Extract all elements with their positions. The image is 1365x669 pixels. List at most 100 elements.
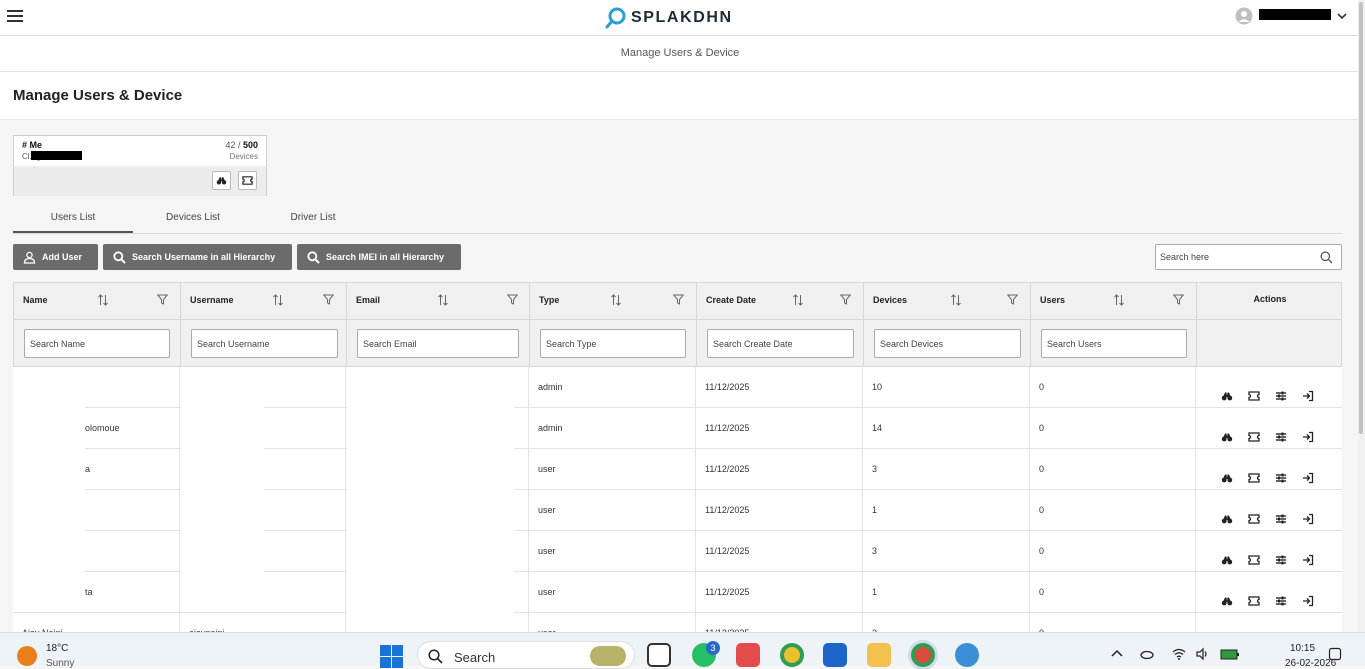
filter-icon[interactable]	[840, 294, 851, 305]
view-button[interactable]	[1221, 461, 1235, 483]
filter-icon[interactable]	[1173, 294, 1184, 305]
ticket-button[interactable]	[1248, 502, 1262, 524]
table-row[interactable]: Ajay Nainiajaynaini user11/12/202520	[13, 613, 1342, 632]
search-devices-input[interactable]	[874, 329, 1021, 358]
chevron-up-icon[interactable]	[1110, 647, 1124, 661]
sort-icon[interactable]	[792, 294, 804, 306]
view-button[interactable]	[1221, 420, 1235, 442]
browser-icon[interactable]	[955, 643, 979, 667]
login-as-button[interactable]	[1302, 379, 1316, 402]
onedrive-icon[interactable]	[1140, 647, 1154, 661]
global-search-input[interactable]	[1160, 249, 1310, 265]
add-user-button[interactable]: Add User	[13, 244, 98, 270]
sort-icon[interactable]	[950, 294, 962, 306]
search-type-input[interactable]	[540, 329, 686, 358]
settings-sliders-button[interactable]	[1275, 461, 1289, 483]
search-users-input[interactable]	[1041, 329, 1187, 358]
anydesk-icon[interactable]	[736, 643, 760, 667]
sort-icon[interactable]	[272, 294, 284, 306]
user-menu[interactable]	[1235, 7, 1348, 25]
ticket-icon	[1248, 555, 1260, 565]
login-as-button[interactable]	[1302, 420, 1316, 443]
card-ticket-button[interactable]	[238, 171, 257, 190]
volume-icon[interactable]	[1196, 647, 1210, 661]
column-header-type[interactable]: Type	[530, 283, 697, 319]
view-button[interactable]	[1221, 379, 1235, 401]
settings-sliders-button[interactable]	[1275, 584, 1289, 606]
ticket-button[interactable]	[1248, 420, 1262, 442]
login-as-button[interactable]	[1302, 502, 1316, 525]
filter-icon[interactable]	[507, 294, 518, 305]
settings-sliders-button[interactable]	[1275, 379, 1289, 401]
column-header-name[interactable]: Name	[14, 283, 181, 319]
view-icon	[1221, 474, 1233, 483]
view-button[interactable]	[1221, 543, 1235, 565]
cell-create-date: 11/12/2025	[696, 449, 863, 490]
search-icon[interactable]	[1320, 251, 1333, 264]
search-username-hierarchy-button[interactable]: Search Username in all Hierarchy	[103, 244, 292, 270]
login-as-icon	[1303, 390, 1314, 402]
filter-icon[interactable]	[323, 294, 334, 305]
notification-icon[interactable]	[1328, 647, 1342, 661]
column-header-users[interactable]: Users	[1031, 283, 1197, 319]
search-create-date-input[interactable]	[707, 329, 854, 358]
search-username-input[interactable]	[191, 329, 338, 358]
cell-devices: 3	[863, 449, 1030, 490]
clock-time: 10:15	[1290, 643, 1316, 654]
scrollbar-thumb[interactable]	[1359, 2, 1363, 434]
logo[interactable]: SPLAKDHN	[604, 5, 733, 31]
settings-sliders-button[interactable]	[1275, 543, 1289, 565]
login-as-button[interactable]	[1302, 625, 1316, 632]
file-explorer-icon[interactable]	[867, 643, 891, 667]
login-as-button[interactable]	[1302, 461, 1316, 484]
column-header-create-date[interactable]: Create Date	[697, 283, 864, 319]
settings-sliders-button[interactable]	[1275, 420, 1289, 442]
search-name-input[interactable]	[24, 329, 170, 358]
view-icon	[1221, 392, 1233, 401]
sort-icon[interactable]	[437, 294, 449, 306]
view-button[interactable]	[1221, 625, 1235, 632]
settings-sliders-button[interactable]	[1275, 625, 1289, 632]
wifi-icon[interactable]	[1172, 647, 1186, 661]
view-button[interactable]	[1221, 584, 1235, 606]
filter-icon[interactable]	[157, 294, 168, 305]
filter-icon[interactable]	[1007, 294, 1018, 305]
view-icon	[1221, 433, 1233, 442]
ticket-button[interactable]	[1248, 379, 1262, 401]
sort-icon[interactable]	[610, 294, 622, 306]
ticket-button[interactable]	[1248, 584, 1262, 606]
column-header-username[interactable]: Username	[181, 283, 347, 319]
column-header-devices[interactable]: Devices	[864, 283, 1031, 319]
column-header-label: Email	[356, 295, 381, 305]
column-header-email[interactable]: Email	[347, 283, 530, 319]
search-email-input[interactable]	[357, 329, 519, 358]
task-view-icon[interactable]	[647, 643, 671, 667]
login-as-button[interactable]	[1302, 584, 1316, 607]
tab-driver-list[interactable]: Driver List	[253, 206, 373, 233]
chrome-active-icon[interactable]	[911, 643, 935, 667]
settings-sliders-icon	[1276, 391, 1286, 401]
chrome-icon[interactable]	[780, 643, 804, 667]
scrollbar[interactable]	[1358, 0, 1365, 632]
search-imei-hierarchy-button[interactable]: Search IMEI in all Hierarchy	[297, 244, 461, 270]
ticket-button[interactable]	[1248, 461, 1262, 483]
view-button[interactable]	[1221, 502, 1235, 524]
sort-icon[interactable]	[97, 294, 109, 306]
menu-icon[interactable]	[7, 10, 23, 24]
battery-icon[interactable]	[1220, 647, 1240, 661]
tab-users-list[interactable]: Users List	[13, 206, 133, 233]
login-as-button[interactable]	[1302, 543, 1316, 566]
login-as-icon	[1303, 513, 1314, 525]
settings-sliders-button[interactable]	[1275, 502, 1289, 524]
settings-sliders-icon	[1276, 555, 1286, 565]
ticket-button[interactable]	[1248, 625, 1262, 632]
ticket-button[interactable]	[1248, 543, 1262, 565]
outlook-icon[interactable]	[823, 643, 847, 667]
sort-icon[interactable]	[1113, 294, 1125, 306]
weather-sun-icon[interactable]	[17, 646, 37, 666]
ticket-icon	[1248, 514, 1260, 524]
card-view-button[interactable]	[212, 171, 231, 190]
column-filter-cell	[1031, 319, 1197, 367]
filter-icon[interactable]	[673, 294, 684, 305]
tab-devices-list[interactable]: Devices List	[133, 206, 253, 233]
